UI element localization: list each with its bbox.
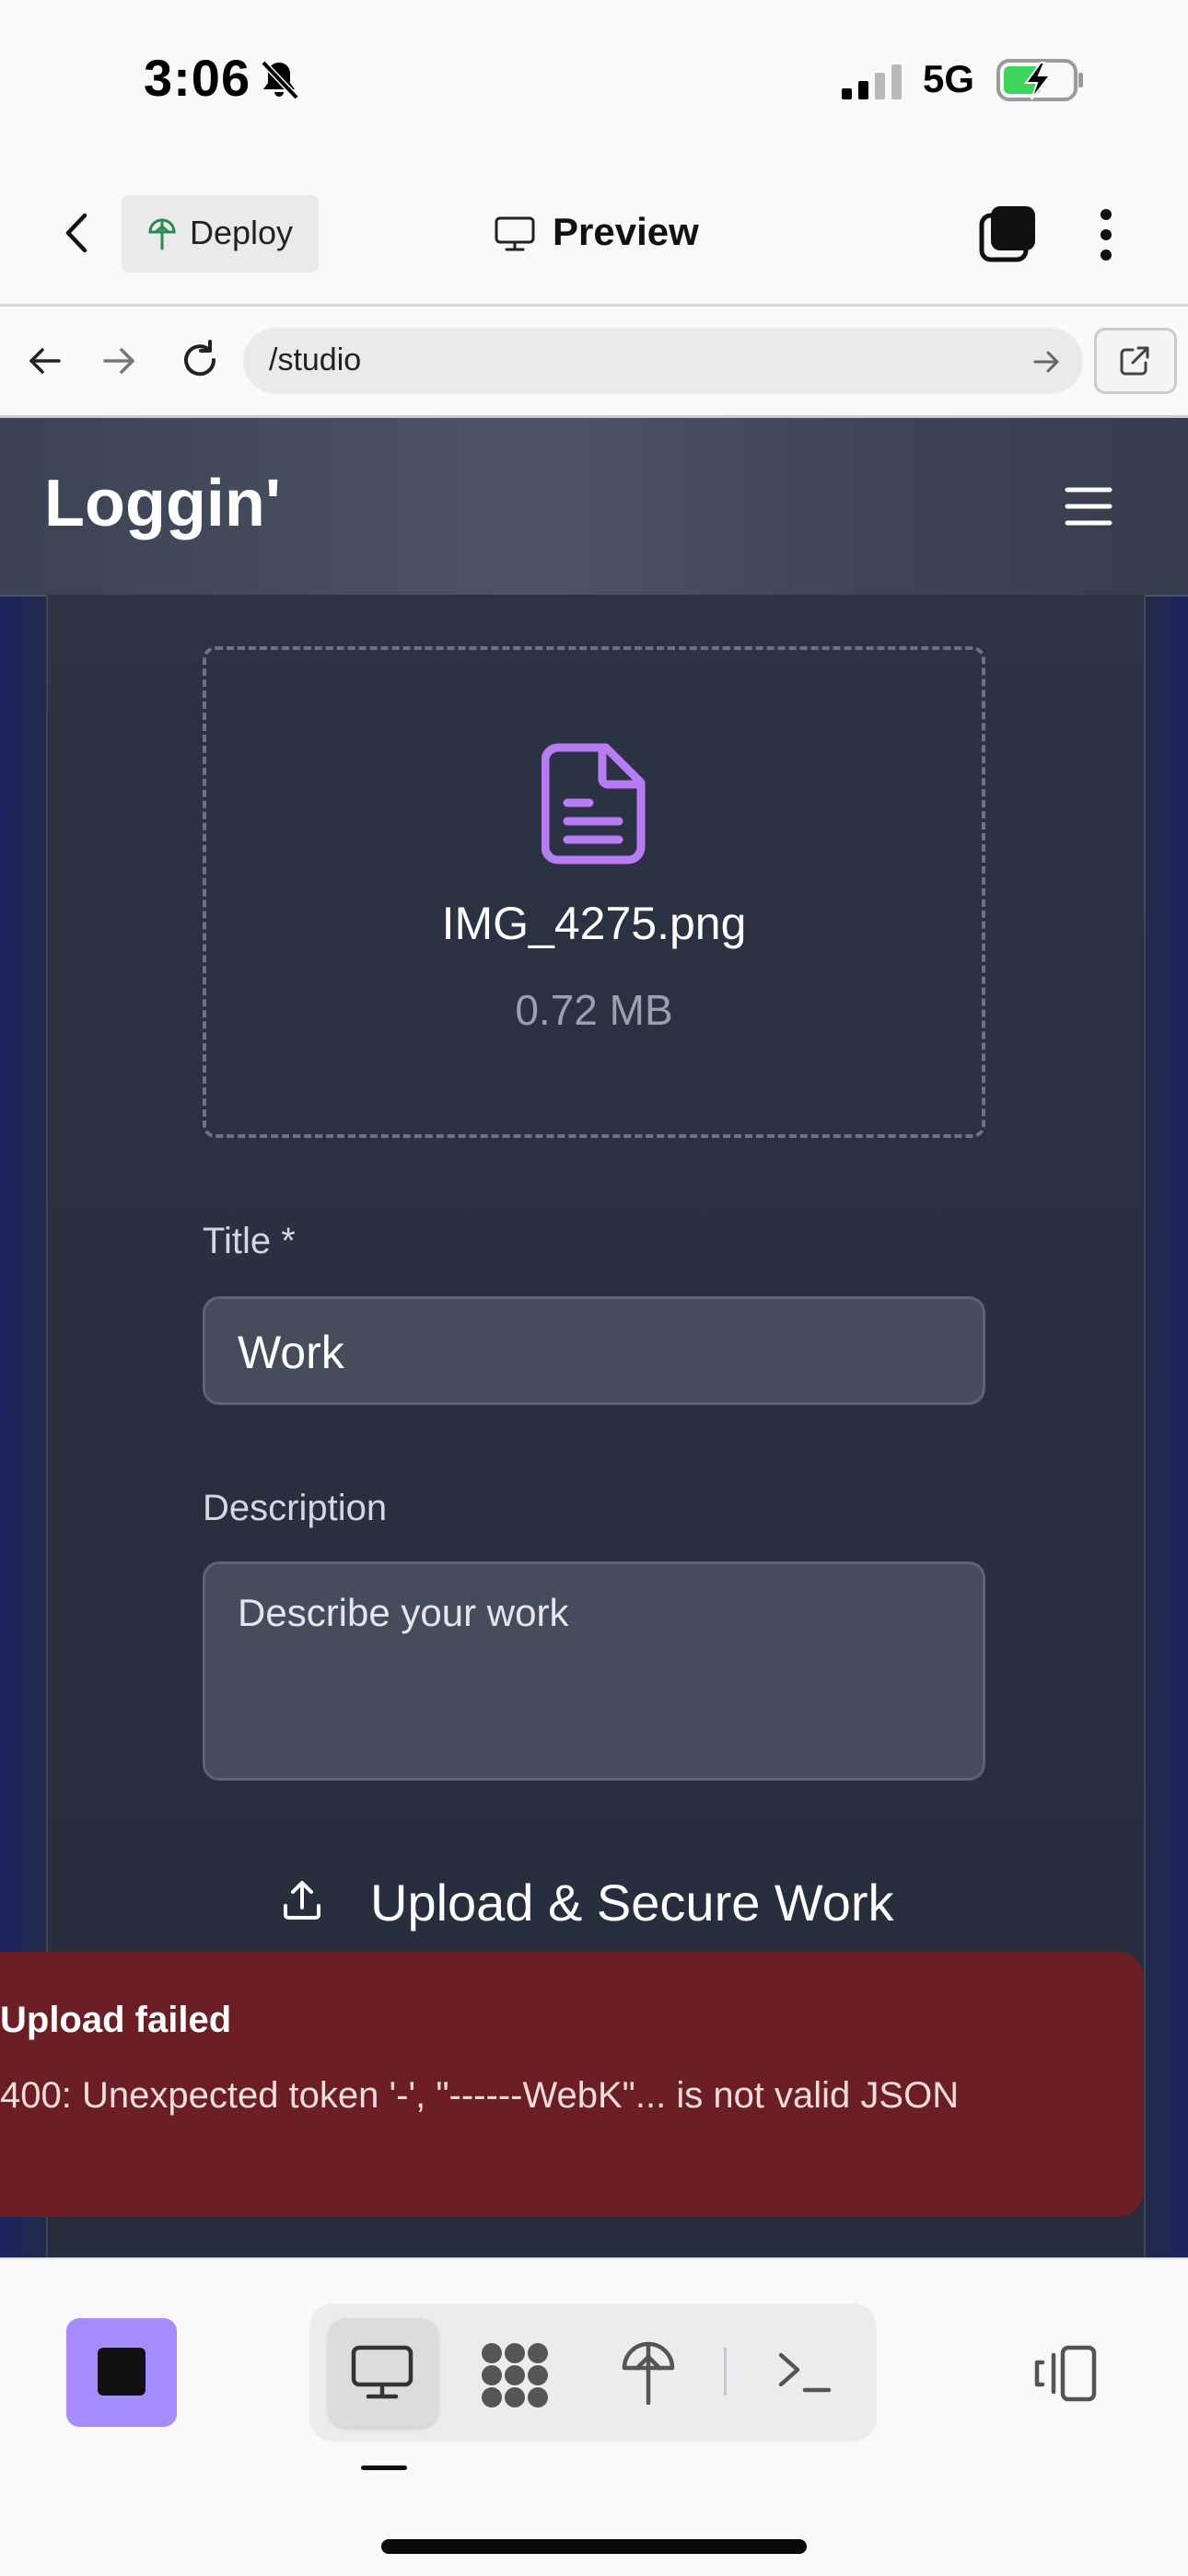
hamburger-menu-icon[interactable] (1065, 486, 1112, 527)
stop-icon (98, 2348, 146, 2396)
preview-monitor-icon (351, 2345, 413, 2399)
layout-icon[interactable] (1031, 2344, 1098, 2403)
back-chevron-icon[interactable] (57, 210, 98, 256)
title-label: Title * (203, 1221, 296, 1261)
file-name: IMG_4275.png (441, 898, 747, 949)
nav-back-icon[interactable] (26, 342, 63, 379)
url-go-icon[interactable] (1031, 348, 1061, 376)
deploy-label: Deploy (190, 214, 294, 251)
active-tool-indicator (361, 2466, 407, 2470)
url-field[interactable] (243, 328, 1083, 394)
file-size: 0.72 MB (515, 986, 673, 1034)
network-label: 5G (923, 57, 975, 100)
bell-slash-icon (261, 60, 299, 100)
status-time: 3:06 (144, 49, 251, 107)
tabs-icon[interactable] (978, 204, 1037, 263)
reload-icon[interactable] (179, 339, 221, 381)
file-document-icon (542, 743, 646, 864)
toolbar-divider (724, 2348, 727, 2396)
page-background-right (1144, 595, 1188, 2257)
signal-icon (842, 64, 902, 99)
title-input-value: Work (238, 1327, 344, 1378)
upload-submit-button[interactable]: Upload & Secure Work (370, 1873, 894, 1932)
url-text: /studio (269, 342, 362, 377)
site-logo[interactable]: Loggin' (44, 466, 281, 541)
description-label: Description (203, 1488, 388, 1528)
preview-title: Preview (553, 210, 699, 253)
apps-icon[interactable] (479, 2340, 551, 2410)
home-indicator[interactable] (381, 2539, 807, 2554)
file-dropzone[interactable] (203, 646, 985, 1138)
deploy-icon (148, 218, 176, 250)
shell-icon[interactable] (775, 2350, 833, 2396)
external-link-icon (1120, 346, 1149, 376)
toast-message: 400: Unexpected token '-', "------WebK".… (0, 2075, 960, 2116)
nav-forward-icon[interactable] (101, 342, 138, 379)
battery-charging-icon (996, 59, 1083, 101)
deploy-tool-icon[interactable] (621, 2338, 676, 2405)
more-menu-icon[interactable] (1100, 208, 1112, 261)
toast-title: Upload failed (0, 2000, 232, 2040)
description-placeholder: Describe your work (238, 1591, 569, 1634)
upload-icon (284, 1881, 320, 1920)
monitor-icon (495, 216, 535, 251)
